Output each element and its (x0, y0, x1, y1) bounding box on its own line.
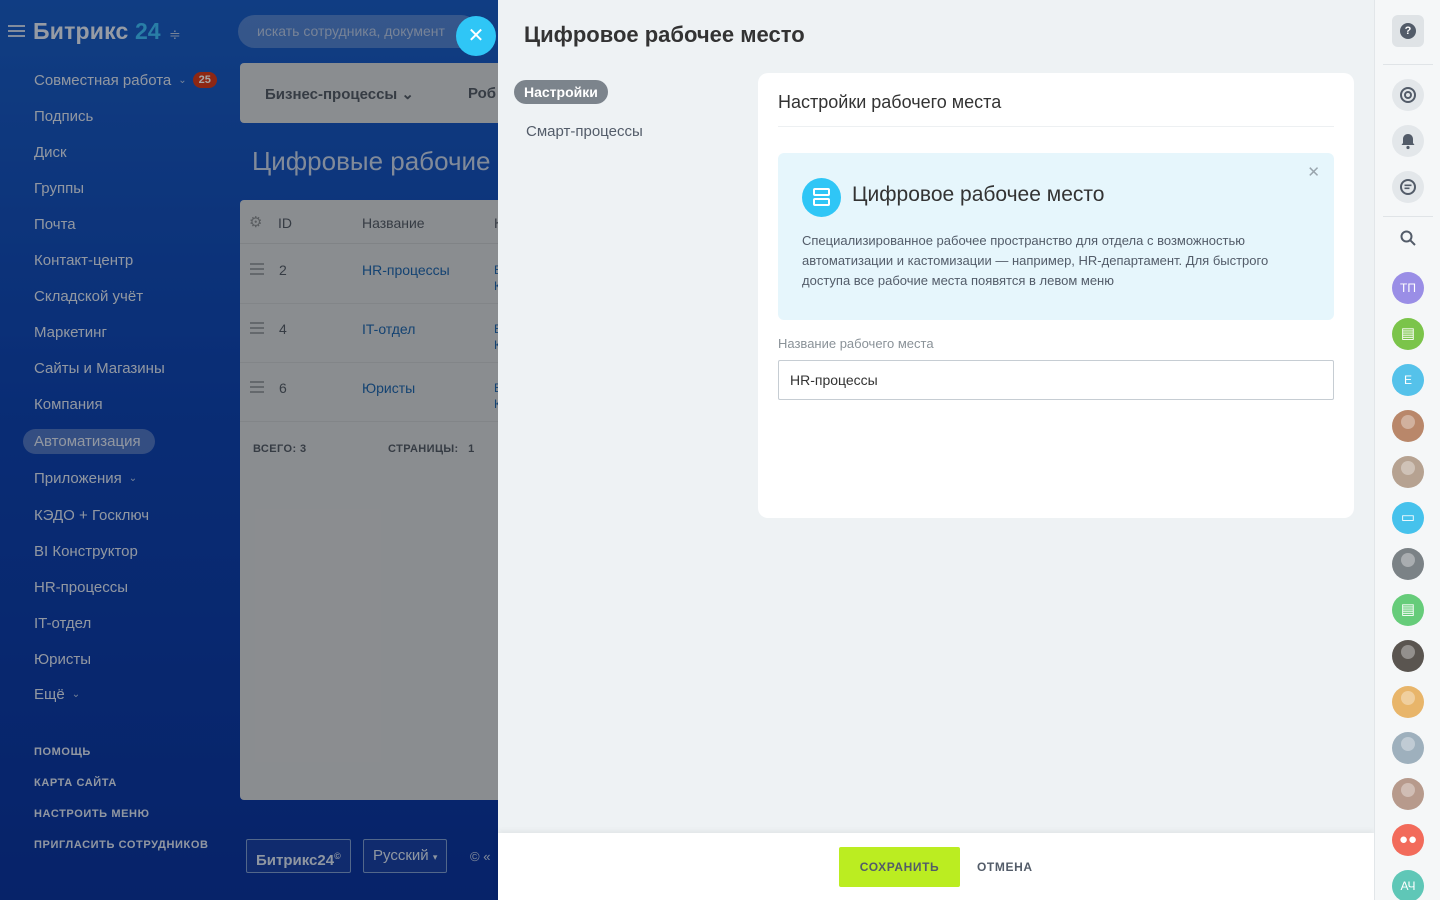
avatar-photo (1401, 553, 1415, 567)
user-avatar[interactable]: АЧ (1392, 870, 1424, 900)
chat-icon (1400, 179, 1416, 195)
divider (1383, 64, 1433, 65)
close-icon: ✕ (467, 25, 485, 47)
user-avatar[interactable] (1392, 640, 1424, 672)
messages-button[interactable] (1392, 171, 1424, 203)
menu-settings[interactable]: Настройки (514, 80, 608, 104)
user-avatar[interactable] (1392, 686, 1424, 718)
card-title: Настройки рабочего места (778, 92, 1002, 112)
workspace-name-label: Название рабочего места (778, 336, 934, 351)
user-avatar[interactable] (1392, 732, 1424, 764)
right-panel: ? ТП ▤ Е ▭ ▤ ●● АЧ (1374, 0, 1440, 900)
avatar-photo (1401, 783, 1415, 797)
slider-title: Цифровое рабочее место (524, 22, 805, 47)
overlay-dim[interactable] (0, 0, 498, 900)
avatar-photo (1401, 737, 1415, 751)
document-icon: ▤ (1400, 601, 1416, 618)
chat-chat-avatar[interactable]: ▭ (1392, 502, 1424, 534)
user-avatar[interactable]: ТП (1392, 272, 1424, 304)
user-avatar[interactable] (1392, 548, 1424, 580)
chat-icon: ▭ (1400, 509, 1416, 526)
contact-card-icon: ▤ (1400, 325, 1416, 342)
user-avatar[interactable]: Е (1392, 364, 1424, 396)
close-slider-button[interactable]: ✕ (456, 16, 496, 56)
workspace-name-input[interactable] (778, 360, 1334, 400)
avatar-photo (1401, 645, 1415, 659)
info-box: Цифровое рабочее место ✕ Специализирован… (778, 153, 1334, 320)
button-bar: СОХРАНИТЬ ОТМЕНА (498, 833, 1374, 900)
bell-icon (1401, 134, 1415, 150)
group-chat-avatar[interactable]: ●● (1392, 824, 1424, 856)
notifications-button[interactable] (1392, 125, 1424, 157)
save-button[interactable]: СОХРАНИТЬ (839, 847, 960, 887)
group-icon: ●● (1398, 831, 1418, 848)
divider (1383, 216, 1433, 217)
history-button[interactable] (1392, 79, 1424, 111)
divider (778, 126, 1334, 127)
avatar-initials: АЧ (1400, 879, 1416, 893)
search-icon (1400, 230, 1416, 246)
menu-smart-processes[interactable]: Смарт-процессы (526, 123, 643, 140)
info-title: Цифровое рабочее место (852, 183, 1105, 206)
avatar-initials: ТП (1400, 281, 1416, 295)
settings-card: Настройки рабочего места Цифровое рабоче… (758, 73, 1354, 518)
question-icon: ? (1400, 23, 1416, 39)
cancel-button[interactable]: ОТМЕНА (977, 847, 1033, 887)
user-avatar[interactable] (1392, 456, 1424, 488)
avatar-initials: Е (1403, 373, 1412, 387)
avatar-photo (1401, 691, 1415, 705)
help-button[interactable]: ? (1392, 15, 1424, 47)
info-text: Специализированное рабочее пространство … (802, 233, 1269, 288)
search-button[interactable] (1392, 222, 1424, 254)
workspace-icon (802, 178, 841, 217)
document-chat-avatar[interactable]: ▤ (1392, 594, 1424, 626)
user-avatar[interactable] (1392, 778, 1424, 810)
slider-panel: Цифровое рабочее место Настройки Смарт-п… (498, 0, 1374, 900)
avatar-photo (1401, 415, 1415, 429)
history-icon (1400, 87, 1416, 103)
close-icon[interactable]: ✕ (1307, 163, 1320, 181)
contact-card-chat-avatar[interactable]: ▤ (1392, 318, 1424, 350)
avatar-photo (1401, 461, 1415, 475)
user-avatar[interactable] (1392, 410, 1424, 442)
